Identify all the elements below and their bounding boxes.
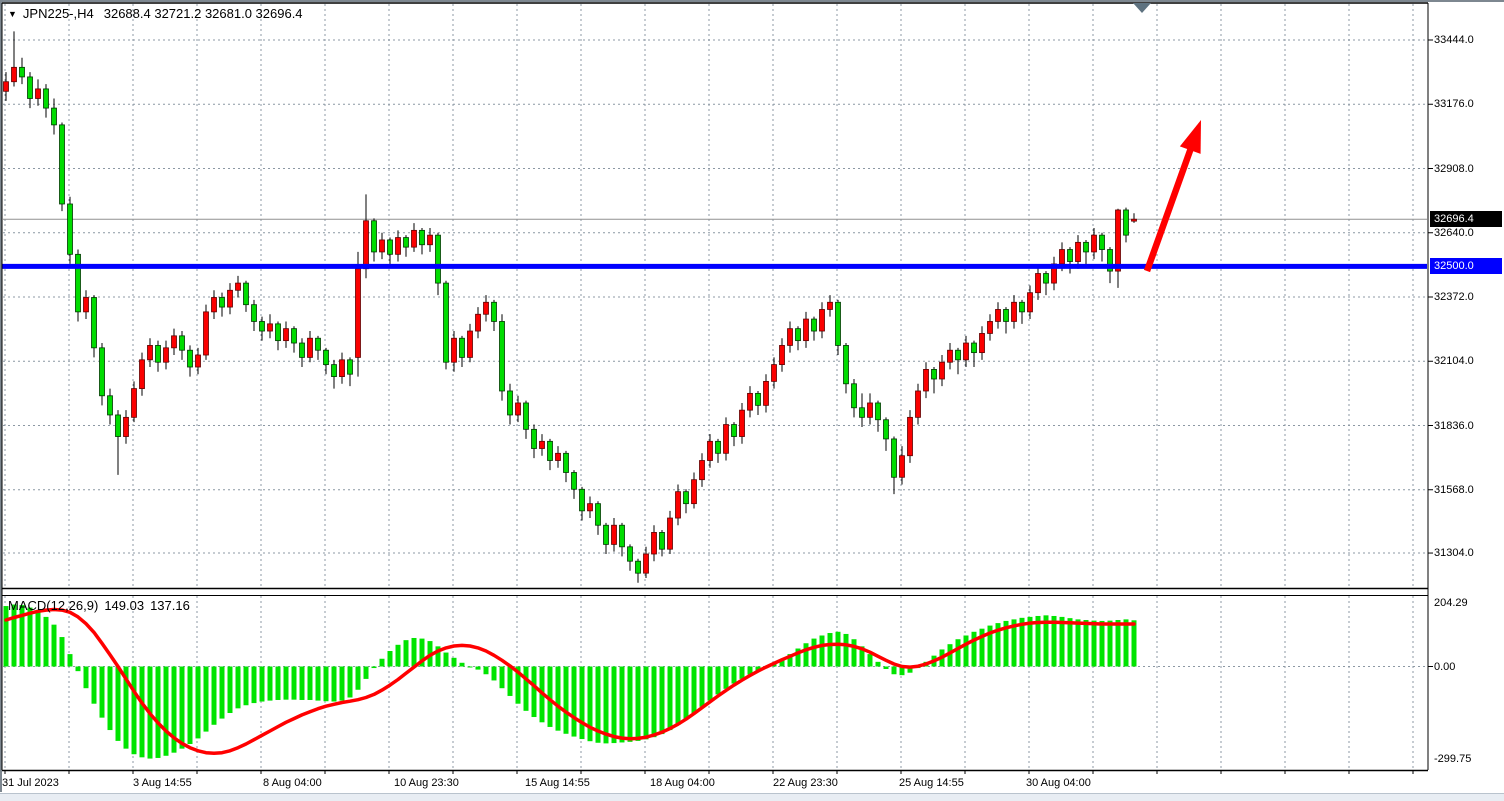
price-tick-label: 33176.0 <box>1434 97 1474 112</box>
time-tick-label: 30 Aug 04:00 <box>1026 776 1091 791</box>
macd-tick-label: -299.75 <box>1434 752 1471 767</box>
macd-tick-label: 0.00 <box>1434 660 1455 675</box>
time-tick-label: 18 Aug 04:00 <box>650 776 715 791</box>
price-tick-label: 32908.0 <box>1434 162 1474 177</box>
price-tick-label: 32104.0 <box>1434 354 1474 369</box>
price-tick-label: 32372.0 <box>1434 290 1474 305</box>
time-tick-label: 3 Aug 14:55 <box>133 776 192 791</box>
chart-menu-icon[interactable]: ▼ <box>8 9 17 19</box>
price-tick-label: 33444.0 <box>1434 33 1474 48</box>
chart-canvas[interactable] <box>0 0 1504 801</box>
time-tick-label: 15 Aug 14:55 <box>525 776 590 791</box>
time-tick-label: 31 Jul 2023 <box>2 776 59 791</box>
time-tick-label: 25 Aug 14:55 <box>899 776 964 791</box>
time-tick-label: 10 Aug 23:30 <box>394 776 459 791</box>
symbol-quote-bar: ▼ JPN225-,H4 32688.4 32721.2 32681.0 32696… <box>8 6 303 21</box>
macd-tick-label: 204.29 <box>1434 596 1468 611</box>
price-tick-label: 31304.0 <box>1434 546 1474 561</box>
current-price-tag: 32696.4 <box>1430 211 1502 227</box>
window-top-edge <box>0 0 1504 2</box>
time-tick-label: 8 Aug 04:00 <box>263 776 322 791</box>
price-tick-label: 31836.0 <box>1434 419 1474 434</box>
time-tick-label: 22 Aug 23:30 <box>773 776 838 791</box>
macd-name-label: MACD(12,26,9) <box>8 598 98 613</box>
chart-window: ▼ JPN225-,H4 32688.4 32721.2 32681.0 32696… <box>0 0 1504 801</box>
ohlc-quote-label: 32688.4 32721.2 32681.0 32696.4 <box>104 6 303 21</box>
symbol-period-label: JPN225-,H4 <box>23 6 94 21</box>
price-tick-label: 32640.0 <box>1434 226 1474 241</box>
macd-indicator-legend: MACD(12,26,9) 149.03 137.16 <box>8 598 196 613</box>
window-bottom-edge <box>0 793 1504 801</box>
price-tick-label: 31568.0 <box>1434 483 1474 498</box>
macd-signal-value-label: 137.16 <box>150 598 190 613</box>
hline-price-tag: 32500.0 <box>1430 258 1502 274</box>
macd-value-label: 149.03 <box>104 598 144 613</box>
